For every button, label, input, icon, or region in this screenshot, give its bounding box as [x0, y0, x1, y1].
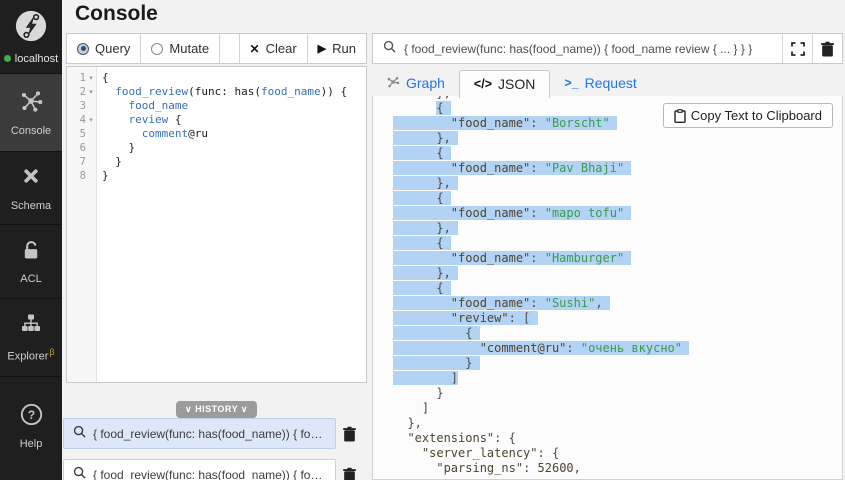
history-entry-button[interactable]: { food_review(func: has(food_name)) { fo… — [63, 418, 336, 449]
main-content: Console Query Mutate ✕ Clear ▶ Run 1▾2▾3… — [62, 0, 845, 480]
query-mode-label: Query — [95, 41, 130, 56]
copy-to-clipboard-button[interactable]: Copy Text to Clipboard — [663, 103, 833, 128]
sidebar-item-schema[interactable]: Schema — [0, 152, 62, 225]
result-tabs: Graph </> JSON >_ Request — [372, 70, 843, 97]
beta-badge: β — [49, 347, 54, 357]
query-editor[interactable]: 1▾2▾34▾5678 { food_review(func: has(food… — [66, 66, 367, 383]
sidebar-item-label: Console — [11, 125, 51, 137]
query-toolbar: Query Mutate ✕ Clear ▶ Run — [66, 33, 367, 64]
ratel-console-app: { "app": { "title": "Console" }, "colors… — [0, 0, 845, 480]
history-entry-button[interactable]: { food_review(func: has(food_name)) { fo… — [63, 459, 336, 480]
history-entry-text: { food_review(func: has(food_name)) { fo… — [93, 468, 326, 480]
delete-history-button[interactable] — [336, 418, 363, 449]
result-query-bar: { food_review(func: has(food_name)) { fo… — [372, 33, 843, 64]
json-result-panel: }, { "food_name": "Borscht" }, { "food_n… — [372, 96, 843, 480]
sidebar-item-explorer[interactable]: Explorerβ — [0, 299, 62, 377]
connection-status-dot — [4, 55, 11, 62]
trash-icon — [820, 41, 835, 57]
sidebar: localhost Console Schema ACL Explorerβ ?… — [0, 0, 62, 480]
clear-button[interactable]: ✕ Clear — [239, 34, 307, 63]
history-entry-text: { food_review(func: has(food_name)) { fo… — [93, 427, 326, 441]
tab-json[interactable]: </> JSON — [459, 70, 550, 98]
run-button[interactable]: ▶ Run — [307, 34, 366, 63]
search-icon — [73, 466, 86, 480]
mutate-mode-label: Mutate — [169, 41, 209, 56]
clear-result-button[interactable] — [812, 34, 842, 63]
history-toggle[interactable]: ∨ HISTORY ∨ — [66, 399, 367, 418]
connection-label: localhost — [15, 53, 58, 65]
query-mode-radio[interactable]: Query — [67, 34, 141, 63]
tab-graph[interactable]: Graph — [372, 70, 459, 96]
sidebar-item-console[interactable]: Console — [0, 74, 62, 152]
json-result-text[interactable]: }, { "food_name": "Borscht" }, { "food_n… — [373, 96, 842, 476]
page-title: Console — [75, 2, 158, 26]
fullscreen-button[interactable] — [782, 34, 812, 63]
result-query-text: { food_review(func: has(food_name)) { fo… — [404, 42, 752, 56]
toolbar-spacer — [220, 34, 238, 63]
radio-query-icon[interactable] — [77, 43, 89, 55]
search-icon — [383, 40, 396, 58]
sidebar-connection[interactable]: localhost — [0, 0, 62, 74]
history-item: { food_review(func: has(food_name)) { fo… — [63, 418, 363, 449]
sidebar-item-label: Schema — [11, 200, 51, 212]
help-icon: ? — [19, 402, 44, 432]
trash-icon — [342, 467, 357, 480]
radio-mutate-icon[interactable] — [151, 43, 163, 55]
result-query-display[interactable]: { food_review(func: has(food_name)) { fo… — [373, 34, 782, 63]
network-graph-icon — [18, 88, 44, 119]
tab-request[interactable]: >_ Request — [550, 70, 650, 96]
search-icon — [73, 425, 86, 443]
sidebar-item-label: ACL — [20, 273, 41, 285]
editor-line-gutter: 1▾2▾34▾5678 — [67, 67, 97, 382]
trash-icon — [342, 426, 357, 442]
clear-x-icon: ✕ — [250, 42, 260, 56]
graph-icon — [386, 75, 400, 92]
run-play-icon: ▶ — [318, 42, 326, 55]
terminal-icon: >_ — [564, 76, 578, 90]
editor-code[interactable]: { food_review(func: has(food_name)) { fo… — [97, 67, 366, 382]
code-icon: </> — [474, 77, 492, 91]
lock-icon — [20, 239, 43, 267]
sidebar-item-label: Help — [20, 438, 43, 450]
clipboard-icon — [674, 109, 686, 123]
sidebar-item-acl[interactable]: ACL — [0, 225, 62, 299]
sidebar-item-help[interactable]: ? Help — [0, 377, 62, 480]
fullscreen-icon — [791, 42, 805, 56]
schema-tools-icon — [19, 165, 43, 194]
delete-history-button[interactable] — [336, 459, 363, 480]
sitemap-icon — [19, 312, 43, 341]
dgraph-logo-icon — [14, 9, 48, 48]
sidebar-item-label: Explorerβ — [7, 347, 54, 363]
history-item: { food_review(func: has(food_name)) { fo… — [63, 459, 363, 480]
mutate-mode-radio[interactable]: Mutate — [141, 34, 220, 63]
svg-text:?: ? — [27, 408, 34, 422]
